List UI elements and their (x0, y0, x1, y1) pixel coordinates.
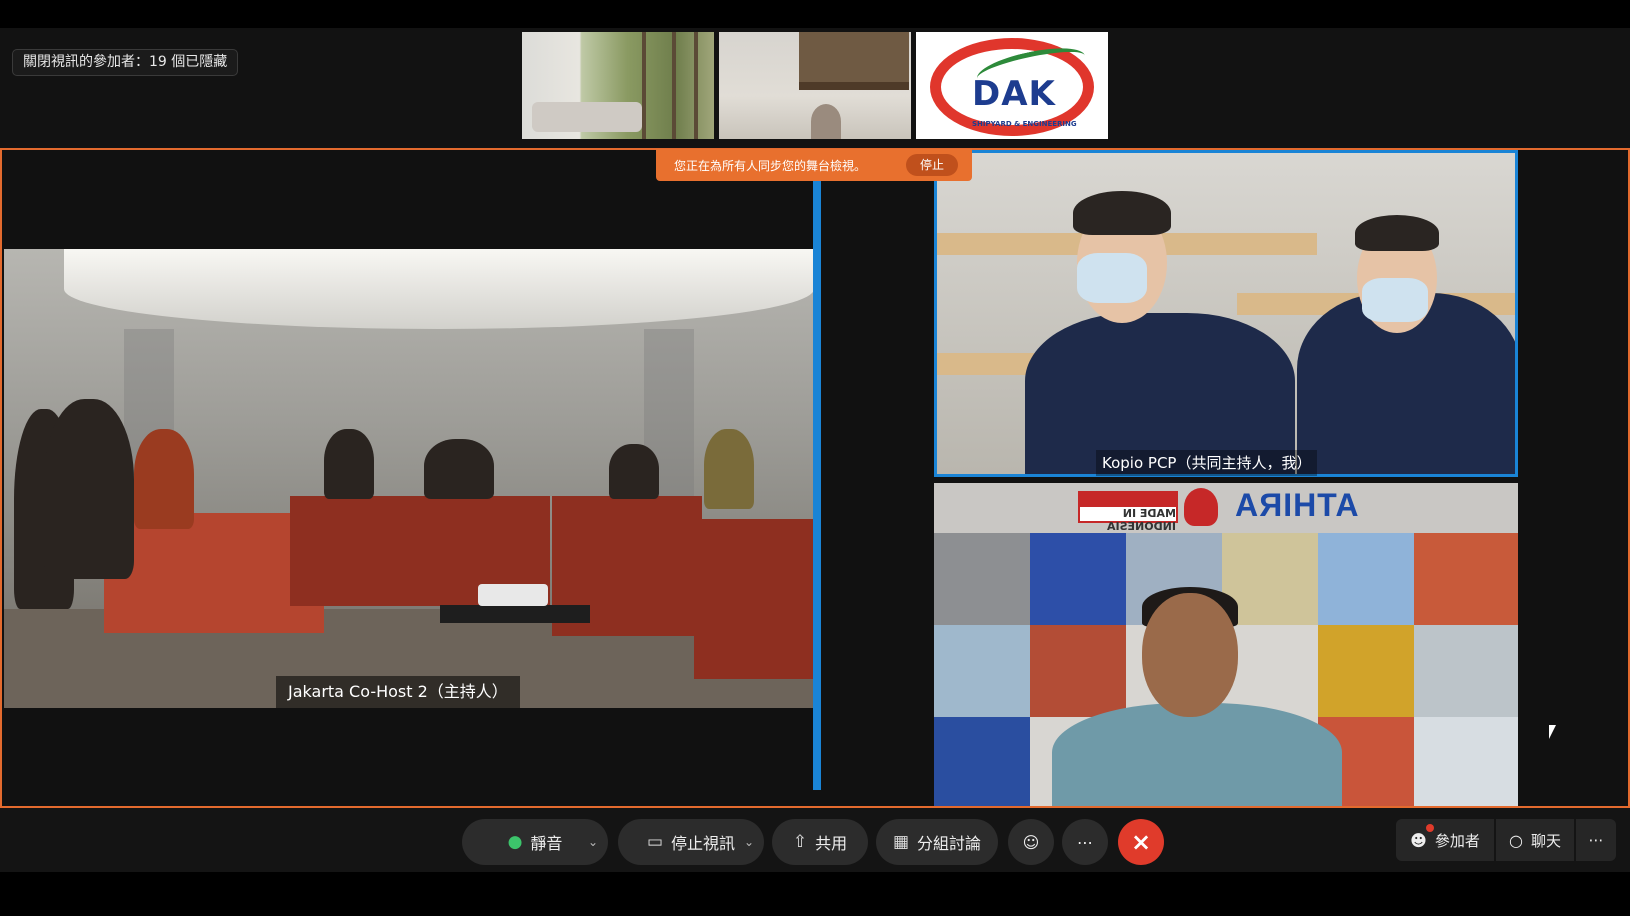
chat-button[interactable]: ○ 聊天 (1496, 819, 1574, 861)
top-edge (0, 0, 1630, 28)
ellipsis-icon: ⋯ (1077, 832, 1093, 852)
thumbnail-shelf-edge (799, 82, 909, 90)
participants-button[interactable]: ☻ 參加者 (1396, 819, 1494, 861)
sync-stage-message: 您正在為所有人同步您的舞台檢視。 (674, 159, 867, 173)
presenter-face (1142, 593, 1238, 717)
attendee (424, 439, 494, 499)
attendee (44, 399, 134, 579)
thumbnail-sofa (532, 102, 642, 132)
mute-button[interactable]: ● 靜音 ⌄ (462, 819, 608, 865)
notification-dot (1426, 824, 1434, 832)
reactions-button[interactable]: ☺ (1008, 819, 1054, 865)
projector (478, 584, 548, 606)
garuda-icon (1184, 488, 1218, 526)
breakout-rooms-button[interactable]: ▦ 分組討論 (876, 819, 998, 865)
participant-thumbnail-2[interactable] (719, 32, 911, 139)
participant-thumbnail-dak-logo[interactable]: DAK SHIPYARD & ENGINEERING (916, 32, 1108, 139)
projector-table (440, 605, 590, 623)
more-options-button[interactable]: ⋯ (1062, 819, 1108, 865)
mute-label: 靜音 (530, 834, 563, 853)
microphone-icon: ● (507, 832, 523, 852)
athira-banner: MADE IN INDONESIA ATHIRA (934, 483, 1518, 533)
participants-label: 參加者 (1434, 831, 1480, 850)
meeting-window: 關閉視訊的參加者：19 個已隱藏 DAK SHIPYARD & ENGINEER… (0, 0, 1630, 916)
thumbnail-tree (642, 32, 646, 139)
hidden-participants-badge[interactable]: 關閉視訊的參加者：19 個已隱藏 (12, 49, 239, 76)
dak-logo-subtext: SHIPYARD & ENGINEERING (972, 120, 1077, 128)
product-tile (934, 717, 1030, 806)
overflow-menu-button[interactable]: ⋯ (1576, 819, 1616, 861)
participant-name-right-top: Kopio PCP（共同主持人，我） (1096, 450, 1318, 476)
share-icon: ⇧ (792, 832, 808, 852)
bottom-edge (0, 872, 1630, 916)
conference-table-far-right (694, 519, 814, 679)
thumbnail-tree (694, 32, 698, 139)
video-jakarta-co-host[interactable] (4, 249, 814, 708)
product-tile (934, 533, 1030, 625)
stop-sync-button[interactable]: 停止 (906, 154, 958, 176)
athira-brand-text: ATHIRA (1234, 487, 1359, 523)
chat-bubble-icon: ○ (1509, 830, 1523, 850)
thumbnail-tree (672, 32, 676, 139)
made-in-indonesia-logo: MADE IN INDONESIA (1078, 491, 1178, 533)
attendee (134, 429, 194, 529)
breakout-label: 分組討論 (917, 834, 982, 853)
breakout-grid-icon: ▦ (892, 832, 910, 852)
chat-label: 聊天 (1530, 831, 1561, 850)
person-hair (1073, 191, 1171, 235)
product-tile (1414, 717, 1518, 806)
active-speaker-divider (813, 180, 821, 790)
thumbnail-person (811, 104, 841, 139)
product-tile (934, 625, 1030, 717)
ellipsis-icon: ⋯ (1588, 831, 1604, 849)
thumbnail-shelf (799, 32, 909, 82)
sync-stage-banner: 您正在為所有人同步您的舞台檢視。 停止 (656, 149, 972, 181)
attendee (324, 429, 374, 499)
room-ceiling (64, 249, 814, 329)
smile-icon: ☺ (1022, 832, 1040, 852)
video-kopio-pcp[interactable] (934, 150, 1518, 477)
presenter-shirt (1052, 703, 1342, 806)
stop-video-label: 停止視訊 (671, 834, 736, 853)
video-camera-icon: ▭ (646, 832, 664, 852)
product-tile (1414, 533, 1518, 625)
leave-meeting-button[interactable]: × (1118, 819, 1164, 865)
chevron-down-icon[interactable]: ⌄ (744, 835, 754, 849)
share-label: 共用 (815, 834, 848, 853)
face-mask (1362, 278, 1428, 322)
person-hair (1355, 215, 1439, 251)
person-icon: ☻ (1410, 830, 1427, 850)
attendee (609, 444, 659, 499)
stop-video-button[interactable]: ▭ 停止視訊 ⌄ (618, 819, 764, 865)
video-athira-presenter[interactable]: MADE IN INDONESIA ATHIRA (934, 483, 1518, 806)
dak-logo-text: DAK (972, 74, 1056, 114)
close-icon: × (1130, 828, 1152, 856)
face-mask (1077, 253, 1147, 303)
share-button[interactable]: ⇧ 共用 (772, 819, 868, 865)
chevron-down-icon[interactable]: ⌄ (588, 835, 598, 849)
participant-name-left: Jakarta Co-Host 2（主持人） (276, 676, 520, 708)
made-in-text: MADE IN INDONESIA (1106, 507, 1176, 533)
flag-red-stripe (1080, 493, 1176, 507)
mouse-pointer-icon (1549, 725, 1556, 739)
attendee (704, 429, 754, 509)
presenter (1052, 583, 1342, 806)
participant-thumbnail-1[interactable] (522, 32, 714, 139)
product-tile (1414, 625, 1518, 717)
